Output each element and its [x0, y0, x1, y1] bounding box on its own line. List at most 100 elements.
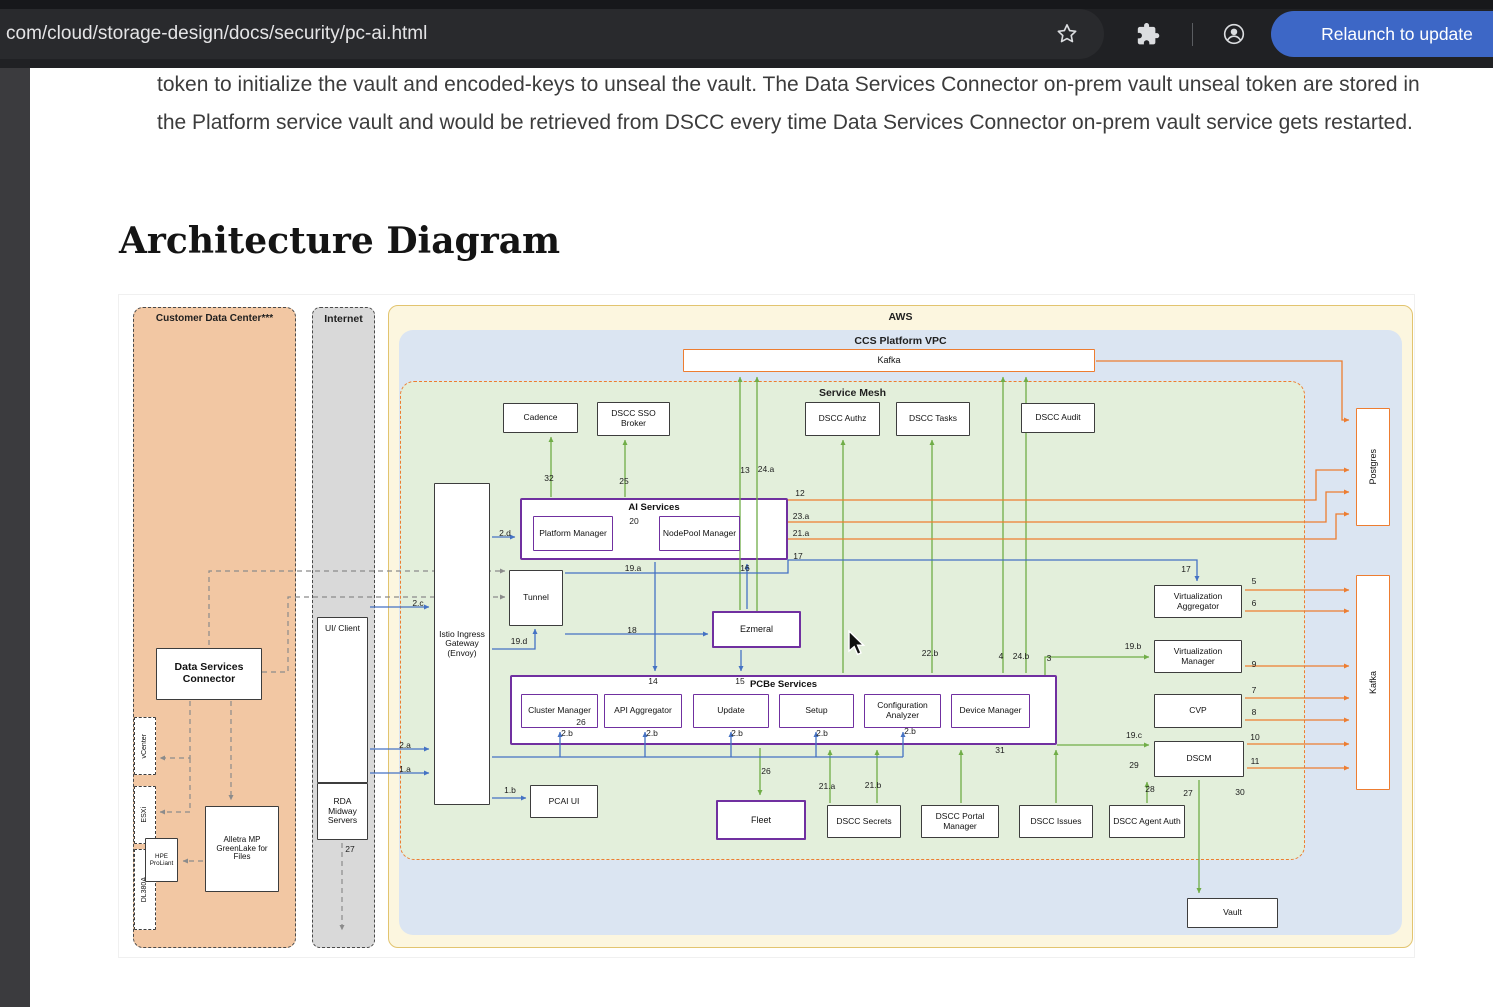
node-vcenter-label: vCenter — [141, 734, 149, 759]
node-dscc-tasks: DSCC Tasks — [896, 402, 970, 436]
edge-label: 26 — [576, 717, 585, 727]
node-nodepool-manager: NodePool Manager — [659, 516, 740, 551]
edge-label: 29 — [1129, 760, 1138, 770]
edge-label: 15 — [735, 676, 744, 686]
edge-label: 20 — [629, 516, 638, 526]
edge-label: 4 — [999, 651, 1004, 661]
node-rda-midway-servers: RDA Midway Servers — [317, 783, 368, 840]
edge-label: 19.d — [511, 636, 528, 646]
node-dscc-sso-broker: DSCC SSO Broker — [597, 402, 670, 436]
edge-label: 2.b — [816, 728, 828, 738]
node-api-aggregator: API Aggregator — [604, 694, 682, 728]
edge-label: 2.b — [731, 728, 743, 738]
browser-tab-strip — [0, 0, 1493, 9]
node-tunnel: Tunnel — [509, 570, 563, 626]
node-cvp: CVP — [1154, 694, 1242, 728]
edge-label: 25 — [619, 476, 628, 486]
chrome-divider — [1192, 23, 1193, 46]
edge-label: 2.b — [561, 728, 573, 738]
body-paragraph: token to initialize the vault and encode… — [157, 66, 1435, 142]
node-dscc-agent-auth: DSCC Agent Auth — [1109, 805, 1185, 838]
node-dscc-authz: DSCC Authz — [805, 402, 880, 436]
node-platform-manager: Platform Manager — [533, 516, 613, 551]
node-vcenter: vCenter — [134, 717, 156, 775]
node-kafka-top: Kafka — [683, 349, 1095, 372]
edge-label: 30 — [1235, 787, 1244, 797]
node-virtualization-manager: Virtualization Manager — [1154, 640, 1242, 673]
edge-label: 12 — [795, 488, 804, 498]
edge-label: 2.c — [412, 598, 423, 608]
edge-label: 21.b — [865, 780, 882, 790]
container-internet-label: Internet — [313, 313, 374, 325]
edge-label: 21.a — [819, 781, 836, 791]
edge-label: 3 — [1047, 653, 1052, 663]
address-bar[interactable]: com/cloud/storage-design/docs/security/p… — [0, 9, 1104, 59]
node-postgres: Postgres — [1356, 408, 1390, 526]
node-fleet: Fleet — [716, 800, 806, 840]
node-dscc-issues: DSCC Issues — [1019, 805, 1093, 838]
edge-label: 8 — [1252, 707, 1257, 717]
edge-label: 17 — [793, 551, 802, 561]
edge-label: 27 — [1183, 788, 1192, 798]
node-ezmeral: Ezmeral — [712, 611, 801, 648]
edge-label: 32 — [544, 473, 553, 483]
bookmark-star-icon[interactable] — [1054, 21, 1080, 47]
edge-label: 19.a — [625, 563, 642, 573]
node-alletra-mp-greenlake: Alletra MP GreenLake for Files — [205, 806, 279, 892]
edge-label: 18 — [627, 625, 636, 635]
profile-icon[interactable] — [1221, 21, 1247, 47]
edge-label: 2.b — [646, 728, 658, 738]
edge-label: 1.b — [504, 785, 516, 795]
container-aws-label: AWS — [389, 311, 1412, 323]
group-pcbe-services-label: PCBe Services — [512, 679, 1055, 690]
edge-label: 2.d — [499, 528, 511, 538]
edge-label: 17 — [1181, 564, 1190, 574]
mouse-cursor — [848, 630, 872, 658]
node-dscm: DSCM — [1154, 741, 1244, 777]
node-dscc-portal-manager: DSCC Portal Manager — [921, 805, 999, 838]
window-edge-strip — [0, 68, 30, 1007]
edge-label: 2.b — [904, 726, 916, 736]
container-customer-data-center-label: Customer Data Center*** — [134, 313, 295, 324]
edge-label: 26 — [761, 766, 770, 776]
node-cadence: Cadence — [503, 403, 578, 433]
node-hpe-proliant: HPE ProLiant — [145, 838, 178, 882]
edge-label: 31 — [995, 745, 1004, 755]
node-configuration-analyzer: Configuration Analyzer — [864, 694, 941, 728]
edge-label: 19.b — [1125, 641, 1142, 651]
node-cluster-manager: Cluster Manager — [521, 694, 598, 728]
node-virtualization-aggregator: Virtualization Aggregator — [1154, 585, 1242, 618]
node-device-manager: Device Manager — [951, 694, 1030, 728]
edge-label: 10 — [1250, 732, 1259, 742]
page-title: Architecture Diagram — [119, 220, 560, 262]
edge-label: 14 — [648, 676, 657, 686]
node-kafka-right-label: Kafka — [1368, 671, 1378, 694]
group-ai-services-label: AI Services — [522, 502, 786, 513]
edge-label: 23.a — [793, 511, 810, 521]
edge-label: 24.a — [758, 464, 775, 474]
node-dscc-audit: DSCC Audit — [1021, 403, 1095, 433]
node-esxi-label: ESXi — [141, 807, 149, 823]
relaunch-to-update-button[interactable]: Relaunch to update — [1271, 11, 1493, 57]
edge-label: 6 — [1252, 598, 1257, 608]
edge-label: 24.b — [1013, 651, 1030, 661]
edge-label: 22.b — [922, 648, 939, 658]
edge-label: 27 — [345, 844, 354, 854]
node-pcai-ui: PCAI UI — [530, 785, 598, 818]
edge-label: 21.a — [793, 528, 810, 538]
node-update: Update — [693, 694, 769, 728]
edge-label: 9 — [1252, 659, 1257, 669]
node-dscc-secrets: DSCC Secrets — [827, 805, 901, 838]
edge-label: 16 — [740, 563, 749, 573]
extensions-puzzle-icon[interactable] — [1135, 21, 1161, 47]
node-istio-ingress-gateway: Istio Ingress Gateway (Envoy) — [434, 483, 490, 805]
node-setup: Setup — [779, 694, 854, 728]
node-vault: Vault — [1187, 898, 1278, 928]
node-kafka-right: Kafka — [1356, 575, 1390, 790]
node-data-services-connector: Data Services Connector — [156, 648, 262, 700]
edge-label: 28 — [1145, 784, 1154, 794]
screen: com/cloud/storage-design/docs/security/p… — [0, 0, 1493, 1007]
container-service-mesh-label: Service Mesh — [401, 387, 1304, 399]
node-ui-client: UI/ Client — [317, 617, 368, 783]
node-postgres-label: Postgres — [1368, 449, 1378, 485]
